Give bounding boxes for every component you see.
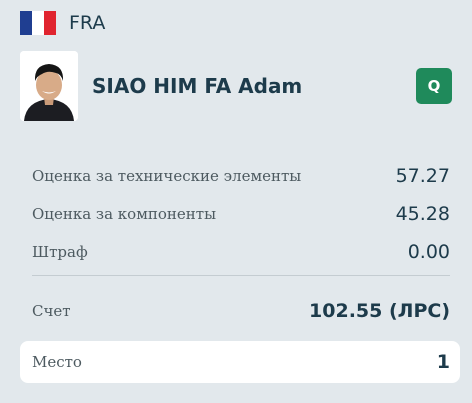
deduction-label: Штраф <box>32 243 88 261</box>
pcs-value: 45.28 <box>395 203 450 225</box>
pcs-row: Оценка за компоненты 45.28 <box>32 199 450 229</box>
deduction-value: 0.00 <box>407 241 450 263</box>
tes-value: 57.27 <box>395 165 450 187</box>
deduction-row: Штраф 0.00 <box>32 237 450 267</box>
athlete-avatar <box>20 51 78 121</box>
total-label: Счет <box>32 302 71 320</box>
country-code: FRA <box>69 12 106 34</box>
rank-value: 1 <box>436 351 450 373</box>
rank-row: Место 1 <box>32 341 450 383</box>
total-value: 102.55 (ЛРС) <box>309 300 450 322</box>
country-header: FRA <box>20 10 105 36</box>
pcs-label: Оценка за компоненты <box>32 205 217 223</box>
tes-label: Оценка за технические элементы <box>32 167 302 185</box>
tes-row: Оценка за технические элементы 57.27 <box>32 161 450 191</box>
rank-card: Место 1 <box>20 341 460 383</box>
rank-label: Место <box>32 353 82 371</box>
divider <box>32 275 450 276</box>
total-row: Счет 102.55 (ЛРС) <box>32 295 450 327</box>
france-flag-icon <box>20 11 56 35</box>
athlete-header: SIAO HIM FA Adam Q <box>20 50 452 122</box>
qualified-badge-button[interactable]: Q <box>416 68 452 104</box>
athlete-name: SIAO HIM FA Adam <box>92 74 303 98</box>
